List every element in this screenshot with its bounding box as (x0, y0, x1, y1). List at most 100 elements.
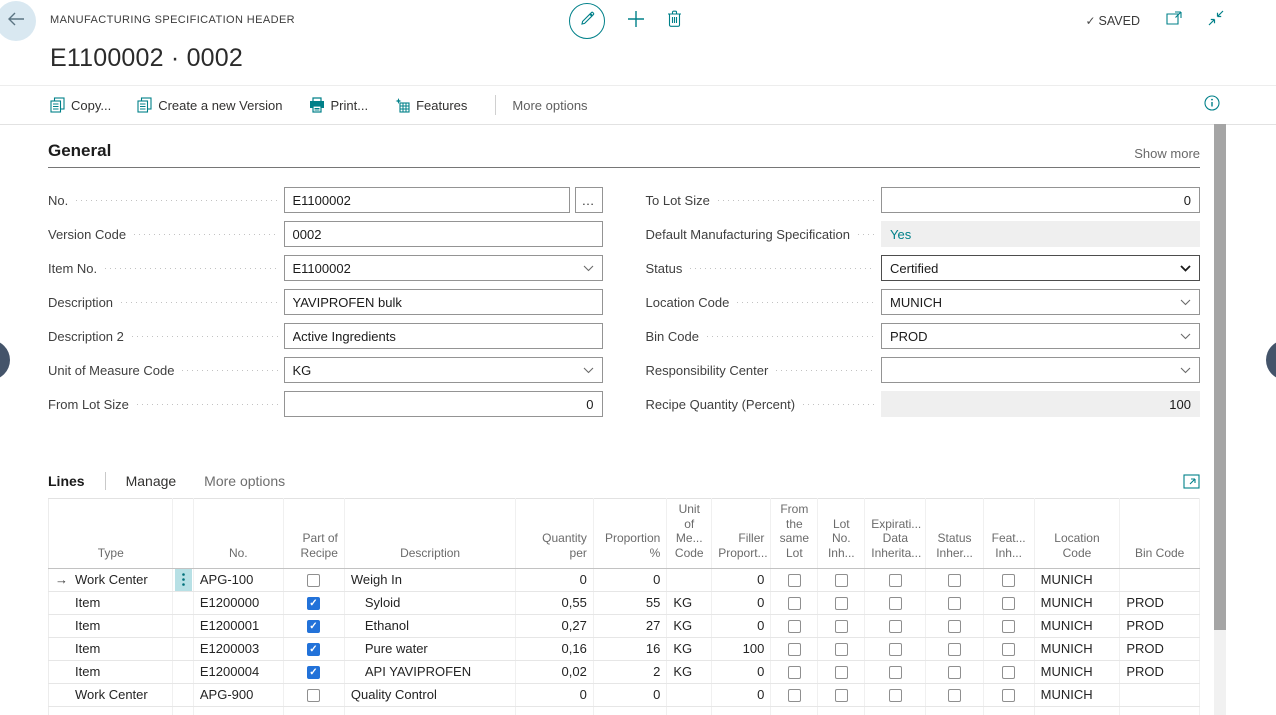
part_of_recipe-cell[interactable] (283, 683, 344, 706)
lot_no_inh-cell[interactable] (818, 660, 865, 683)
exp_inh-cell[interactable] (865, 637, 926, 660)
menu-cell[interactable] (173, 683, 193, 706)
lot-no-inh-checkbox[interactable] (835, 574, 848, 587)
exp_inh-cell[interactable] (865, 568, 926, 591)
uom-cell[interactable]: KG (667, 614, 712, 637)
lot-no-inh-checkbox[interactable] (835, 666, 848, 679)
empty-cell[interactable] (771, 706, 818, 715)
lot_no_inh-cell[interactable] (818, 591, 865, 614)
col-header-type[interactable]: Type (49, 499, 173, 569)
empty-cell[interactable] (283, 706, 344, 715)
no-cell[interactable]: E1200000 (193, 591, 283, 614)
delete-button[interactable] (667, 10, 682, 32)
col-header-no[interactable]: No. (193, 499, 283, 569)
type-cell[interactable]: Item (49, 591, 173, 614)
part_of_recipe-cell[interactable] (283, 614, 344, 637)
col-header-uom[interactable]: Unit of Me... Code (667, 499, 712, 569)
empty-cell[interactable] (1034, 706, 1120, 715)
more-options-button[interactable]: More options (512, 98, 587, 113)
col-header-feat_inh[interactable]: Feat... Inh... (983, 499, 1034, 569)
col-header-from_same_lot[interactable]: From the same Lot (771, 499, 818, 569)
empty-cell[interactable] (344, 706, 515, 715)
proportion-cell[interactable]: 16 (593, 637, 666, 660)
row-menu-button[interactable] (175, 569, 192, 591)
exp-inh-checkbox[interactable] (889, 620, 902, 633)
empty-cell[interactable] (818, 706, 865, 715)
from_same_lot-cell[interactable] (771, 660, 818, 683)
info-icon[interactable] (1204, 95, 1220, 116)
empty-cell[interactable] (712, 706, 771, 715)
no-cell[interactable]: E1200004 (193, 660, 283, 683)
menu-cell[interactable] (173, 660, 193, 683)
part-of-recipe-checkbox[interactable] (307, 689, 320, 702)
col-header-location[interactable]: Location Code (1034, 499, 1120, 569)
feat_inh-cell[interactable] (983, 683, 1034, 706)
part-of-recipe-checkbox[interactable] (307, 643, 320, 656)
description-2-field[interactable]: Active Ingredients (284, 323, 603, 349)
exp_inh-cell[interactable] (865, 660, 926, 683)
from-same-lot-checkbox[interactable] (788, 666, 801, 679)
from_same_lot-cell[interactable] (771, 568, 818, 591)
col-header-filler[interactable]: Filler Proport... (712, 499, 771, 569)
status_inh-cell[interactable] (926, 614, 983, 637)
chevron-down-icon[interactable] (583, 367, 594, 374)
from-same-lot-checkbox[interactable] (788, 597, 801, 610)
empty-cell[interactable] (667, 706, 712, 715)
feat-inh-checkbox[interactable] (1002, 597, 1015, 610)
no-cell[interactable]: E1200001 (193, 614, 283, 637)
filler-cell[interactable]: 0 (712, 660, 771, 683)
location-cell[interactable]: MUNICH (1034, 568, 1120, 591)
quantity_per-cell[interactable]: 0,27 (516, 614, 594, 637)
uom-cell[interactable]: KG (667, 637, 712, 660)
feat-inh-checkbox[interactable] (1002, 620, 1015, 633)
description-cell[interactable]: Ethanol (344, 614, 515, 637)
open-in-new-window-button[interactable] (1166, 11, 1182, 30)
part_of_recipe-cell[interactable] (283, 591, 344, 614)
col-header-status_inh[interactable]: Status Inher... (926, 499, 983, 569)
from-lot-size-field[interactable]: 0 (284, 391, 603, 417)
lot_no_inh-cell[interactable] (818, 568, 865, 591)
part_of_recipe-cell[interactable] (283, 568, 344, 591)
quantity_per-cell[interactable]: 0,55 (516, 591, 594, 614)
part_of_recipe-cell[interactable] (283, 660, 344, 683)
exp-inh-checkbox[interactable] (889, 574, 902, 587)
from-same-lot-checkbox[interactable] (788, 689, 801, 702)
create-new-version-button[interactable]: Create a new Version (137, 97, 282, 113)
status-inh-checkbox[interactable] (948, 643, 961, 656)
from_same_lot-cell[interactable] (771, 614, 818, 637)
bin-cell[interactable] (1120, 683, 1200, 706)
copy-button[interactable]: Copy... (50, 97, 111, 113)
lot_no_inh-cell[interactable] (818, 683, 865, 706)
lot-no-inh-checkbox[interactable] (835, 620, 848, 633)
exp_inh-cell[interactable] (865, 591, 926, 614)
col-header-quantity_per[interactable]: Quantity per (516, 499, 594, 569)
bin-cell[interactable]: PROD (1120, 660, 1200, 683)
part-of-recipe-checkbox[interactable] (307, 666, 320, 679)
status-inh-checkbox[interactable] (948, 597, 961, 610)
unit-of-measure-code-field[interactable]: KG (284, 357, 603, 383)
feat-inh-checkbox[interactable] (1002, 689, 1015, 702)
status-inh-checkbox[interactable] (948, 666, 961, 679)
col-header-proportion[interactable]: Proportion % (593, 499, 666, 569)
lot-no-inh-checkbox[interactable] (835, 689, 848, 702)
no-cell[interactable]: E1200003 (193, 637, 283, 660)
part-of-recipe-checkbox[interactable] (307, 597, 320, 610)
col-header-description[interactable]: Description (344, 499, 515, 569)
description-cell[interactable]: Weigh In (344, 568, 515, 591)
assist-edit-button[interactable]: … (575, 187, 603, 213)
quantity_per-cell[interactable]: 0,16 (516, 637, 594, 660)
no-cell[interactable]: APG-900 (193, 683, 283, 706)
feat-inh-checkbox[interactable] (1002, 666, 1015, 679)
no-field[interactable]: E1100002 (284, 187, 570, 213)
chevron-down-icon[interactable] (583, 265, 594, 272)
part-of-recipe-checkbox[interactable] (307, 620, 320, 633)
lot-no-inh-checkbox[interactable] (835, 597, 848, 610)
description-cell[interactable]: Pure water (344, 637, 515, 660)
feat_inh-cell[interactable] (983, 591, 1034, 614)
from_same_lot-cell[interactable] (771, 637, 818, 660)
description-cell[interactable]: Quality Control (344, 683, 515, 706)
empty-cell[interactable] (49, 706, 173, 715)
type-cell[interactable]: Work Center (49, 683, 173, 706)
status_inh-cell[interactable] (926, 637, 983, 660)
exp-inh-checkbox[interactable] (889, 597, 902, 610)
